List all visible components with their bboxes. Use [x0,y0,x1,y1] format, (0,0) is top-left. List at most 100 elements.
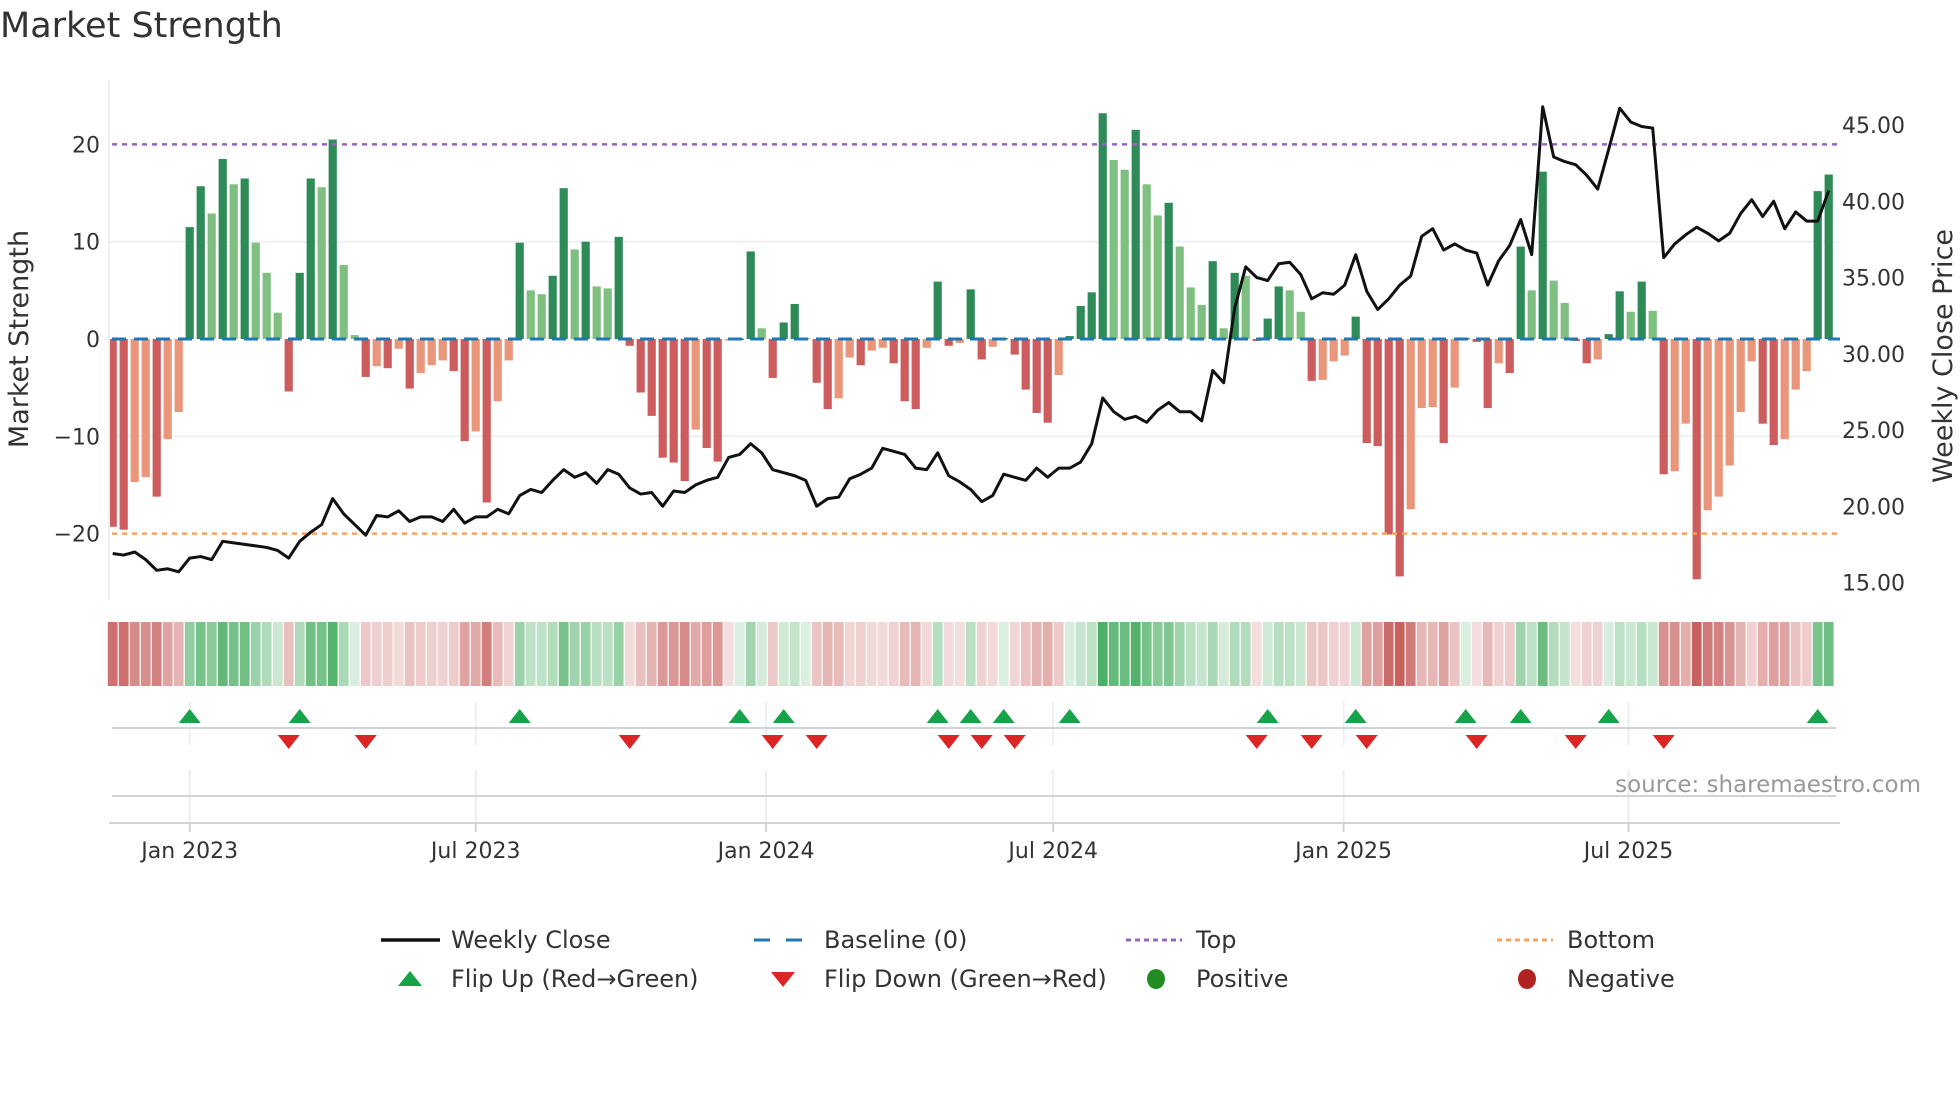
strength-bar [1527,290,1536,339]
heat-strip-cell [657,622,668,686]
flip-up-marker [508,709,531,723]
heat-strip-cell [1416,622,1427,686]
heat-strip-cell [448,622,459,686]
heat-strip-cell [1361,622,1372,686]
heat-strip-cell [536,622,547,686]
flip-up-marker [178,709,201,723]
strength-bar [1109,159,1118,339]
heat-strip-cell [1075,622,1086,686]
heat-strip-cell [338,622,349,686]
heat-strip-cell [415,622,426,686]
heat-strip-cell [811,622,822,686]
strength-bar [713,339,722,462]
strength-bar [1560,302,1569,339]
legend-positive-icon [1147,969,1165,989]
heat-strip-cell [1471,622,1482,686]
heat-strip-cell [580,622,591,686]
heat-strip-cell [1713,622,1724,686]
flip-up-marker [1256,709,1279,723]
flip-up-marker [959,709,982,723]
heat-strip-cell [547,622,558,686]
flip-up-marker [728,709,751,723]
heat-strip-cell [910,622,921,686]
strength-bar [295,272,304,339]
strength-bar [1362,339,1371,444]
strength-bar [317,187,326,339]
strength-bar [966,289,975,339]
strength-bar [218,158,227,339]
heat-strip-cell [1185,622,1196,686]
heat-strip-cell [1603,622,1614,686]
heat-strip-cell [1570,622,1581,686]
y2-tick-label: 30.00 [1842,343,1905,368]
heat-strip-cell [855,622,866,686]
strength-bar [262,272,271,339]
heat-strip-cell [1262,622,1273,686]
heat-strip-cell [1207,622,1218,686]
heat-strip-cell [1449,622,1460,686]
heat-strip-cell [107,622,118,686]
strength-bar [1296,311,1305,339]
heat-strip-cell [129,622,140,686]
strength-bar [141,339,150,478]
heat-strip-cell [470,622,481,686]
strength-bar [1274,286,1283,339]
heat-strip-cell [800,622,811,686]
strength-bar [1021,339,1030,390]
legend-label: Flip Up (Red→Green) [451,965,699,993]
strength-bar [790,303,799,339]
strength-bar [1142,184,1151,339]
flip-down-marker [1300,735,1323,749]
heat-strip-cell [723,622,734,686]
strength-bar [1417,339,1426,409]
heat-strip-cell [954,622,965,686]
heat-strip-cell [1152,622,1163,686]
heat-strip-cell [558,622,569,686]
heat-strip-cell [1636,622,1647,686]
strength-bar [361,339,370,377]
strength-bar [1197,304,1206,339]
strength-bar [779,322,788,339]
legend-label: Flip Down (Green→Red) [824,965,1107,993]
strength-bar [328,139,337,339]
heat-strip-cell [1438,622,1449,686]
strength-bar [1318,339,1327,380]
flip-markers [112,709,1836,797]
heat-strip-cell [1394,622,1405,686]
heat-strip-cell [1141,622,1152,686]
heat-strip-cell [1273,622,1284,686]
legend-label: Negative [1567,965,1675,993]
flip-down-marker [354,735,377,749]
strength-bar [1791,339,1800,390]
strength-bar [900,339,909,402]
strength-bar [889,339,898,364]
strength-bar [592,286,601,339]
strength-bar [1681,339,1690,424]
strength-bar [130,339,139,483]
legend-flip-up-icon [398,971,422,986]
flip-up-marker [992,709,1015,723]
strength-bar [867,339,876,351]
heat-strip-cell [1405,622,1416,686]
heat-strip-cell [1801,622,1812,686]
y2-tick-label: 20.00 [1842,495,1905,520]
heat-strip-cell [833,622,844,686]
heat-strip-cell [525,622,536,686]
heat-strip-cell [404,622,415,686]
strength-bar [427,339,436,366]
flip-down-marker [618,735,641,749]
strength-bar [493,339,502,402]
x-axis: Jan 2023 Jul 2023 Jan 2024 Jul 2024 Jan 2025… [109,822,1840,864]
heat-strip-cell [1174,622,1185,686]
heat-strip-cell [1669,622,1680,686]
legend-label: Positive [1196,965,1289,993]
strength-bar [1329,339,1338,362]
legend-label: Weekly Close [451,926,611,954]
heat-strip-cell [1350,622,1361,686]
x-tick-label: Jan 2023 [139,839,238,864]
strength-bar [977,339,986,360]
heat-strip-cell [1779,622,1790,686]
strength-bar [460,339,469,442]
heat-strip-cell [1735,622,1746,686]
strength-bar [1241,275,1250,339]
